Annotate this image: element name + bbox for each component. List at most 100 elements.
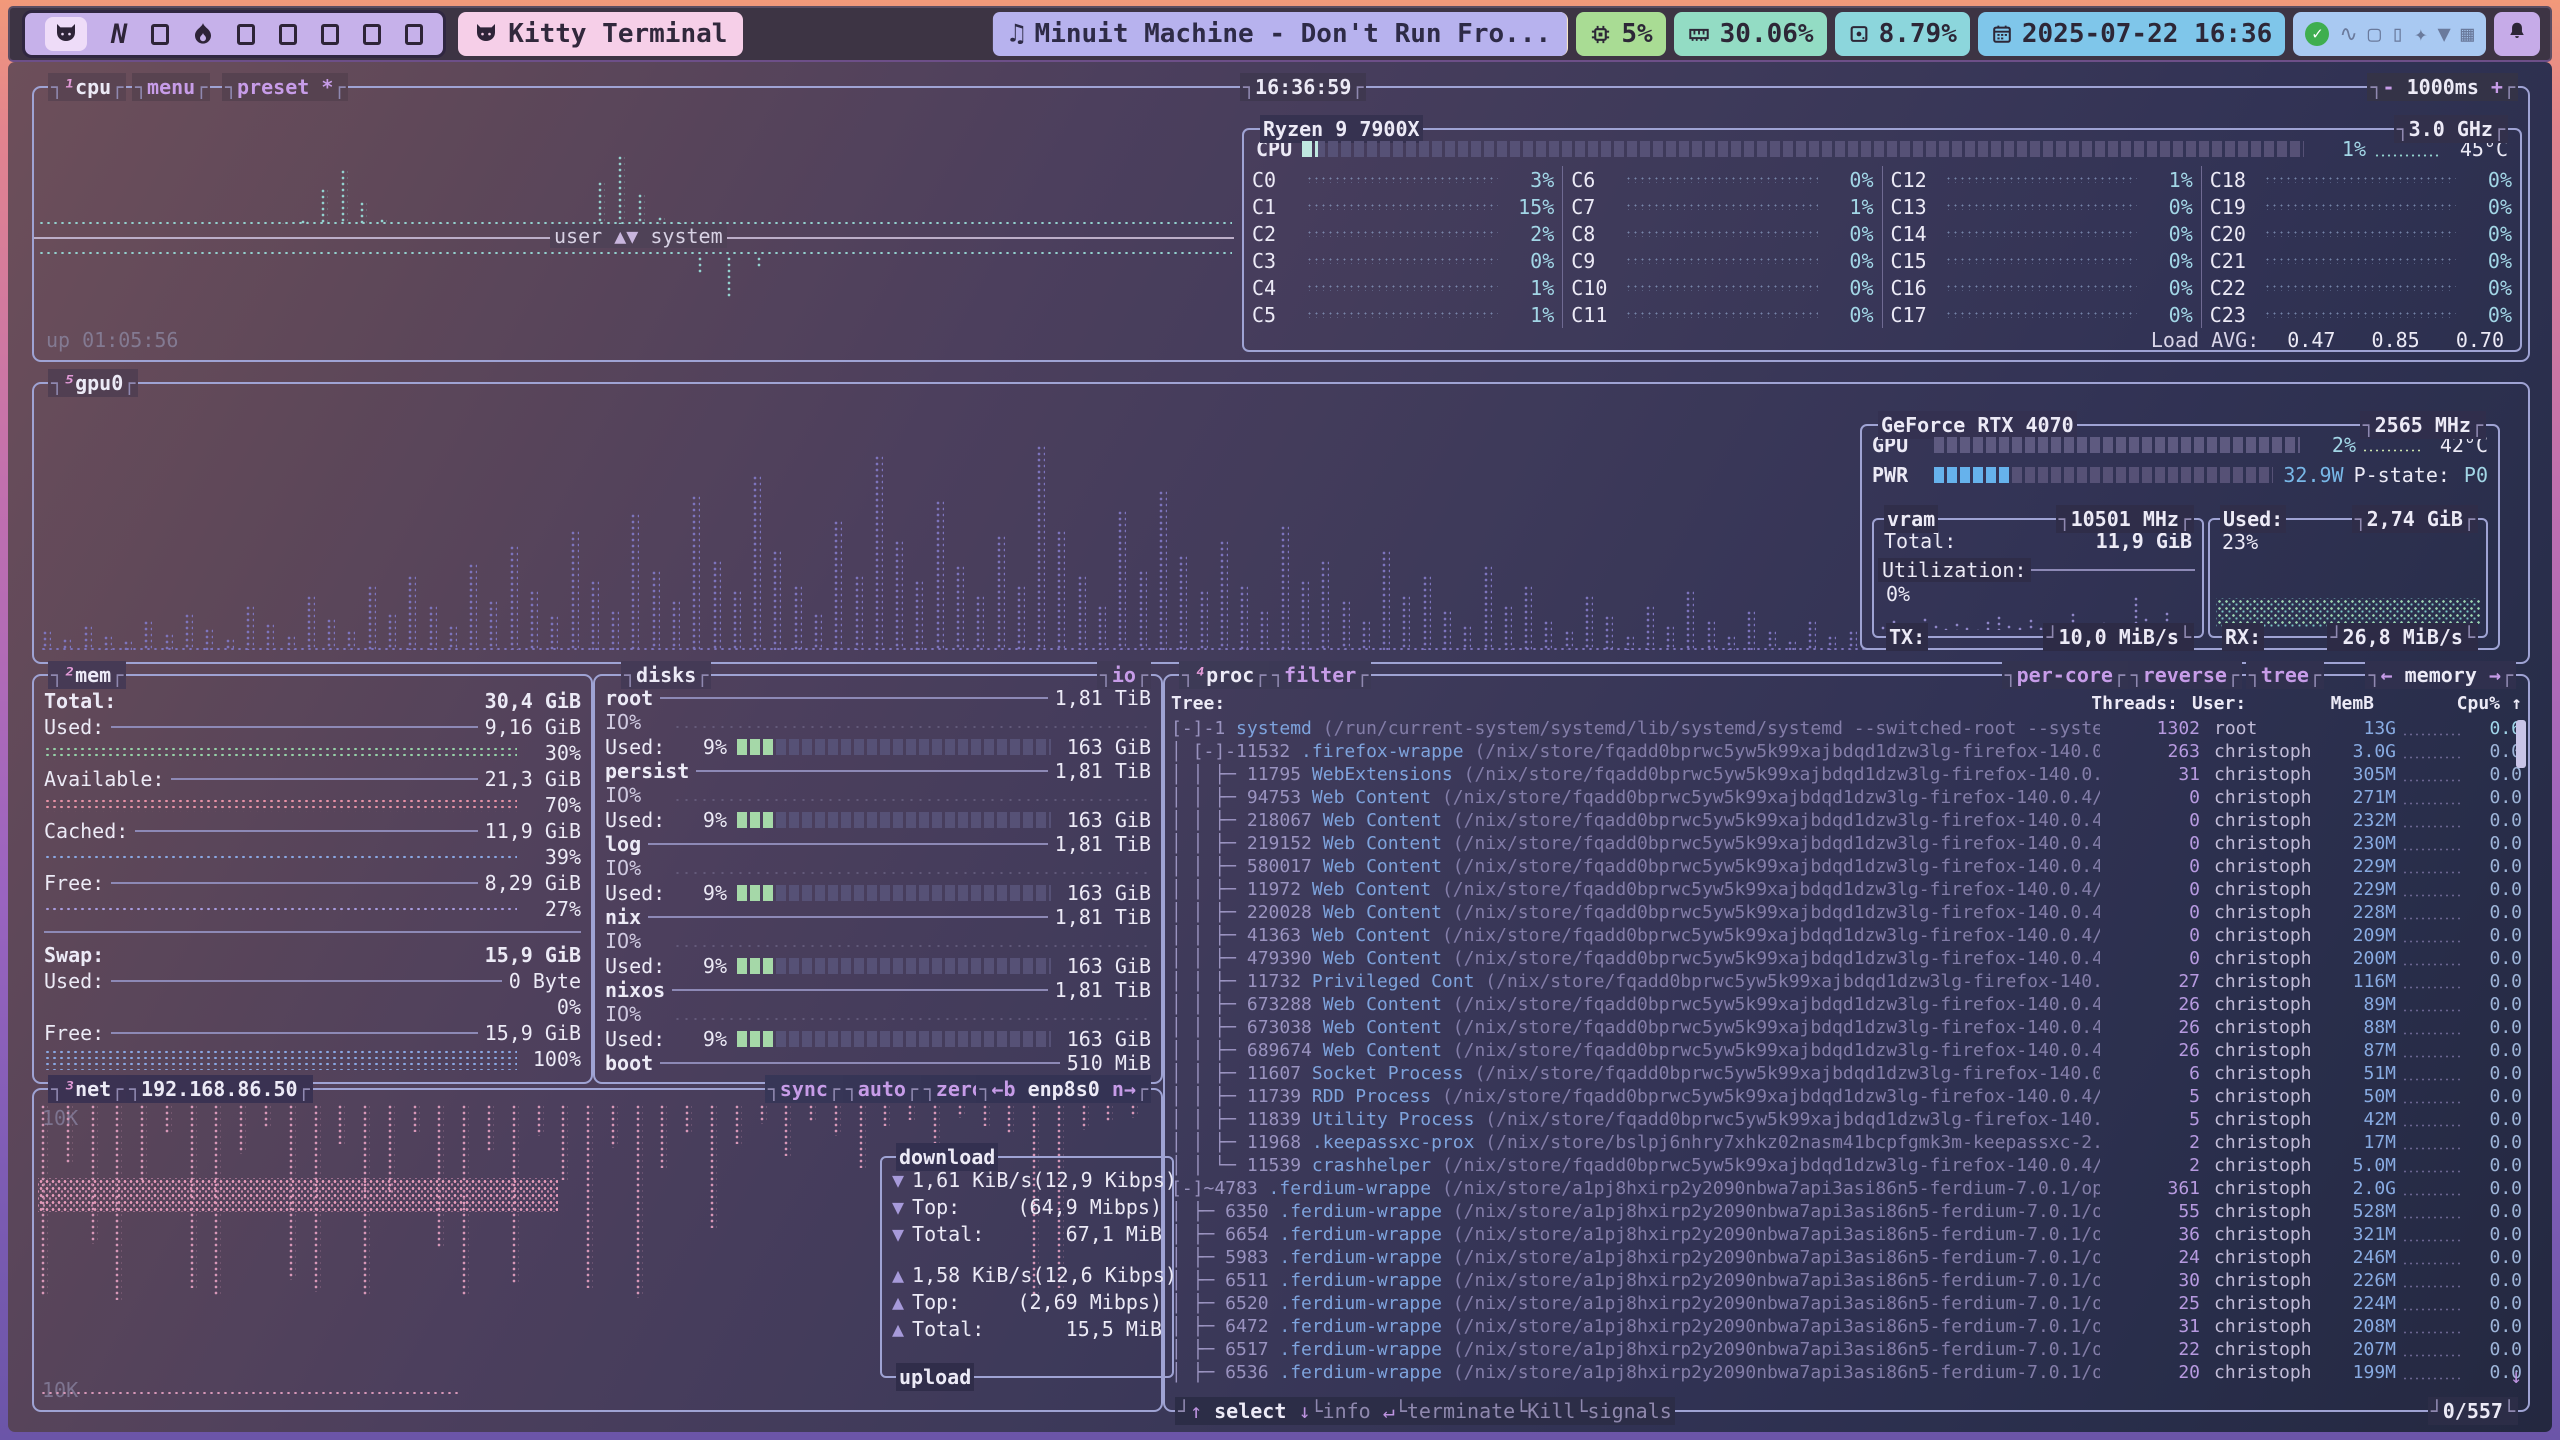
workspace-item[interactable] [405,24,423,45]
net-auto-button[interactable]: ┐auto┌ [843,1075,921,1103]
gpu-graph-baseline [40,646,1866,652]
process-row[interactable]: │ │ ├─ 11795 WebExtensions (/nix/store/f… [1171,763,2522,786]
wave-icon[interactable]: ∿ [2339,22,2357,47]
memory-panel: ┐²mem┌ Total:30,4 GiBUsed:9,16 GiB30%Ava… [32,674,593,1084]
sort-column-switcher[interactable]: ┐← memory →┌ [2365,661,2516,689]
tree-button[interactable]: ┐tree┌ [2246,661,2324,689]
process-row[interactable]: │ [-]-11532 .firefox-wrappe (/nix/store/… [1171,740,2522,763]
workspace-item[interactable] [151,24,169,45]
check-icon[interactable]: ✓ [2305,22,2329,46]
core-cell: C90% [1563,247,1881,274]
tx-value: ┘10,0 MiB/s└ [2043,623,2194,651]
per-core-button[interactable]: ┐per-core┌ [2002,661,2128,689]
network-panel-title[interactable]: ┐³net┌ [48,1075,126,1103]
process-row[interactable]: │ │ ├─ 673038 Web Content (/nix/store/fq… [1171,1016,2522,1039]
net-sync-button[interactable]: ┐sync┌ [765,1075,843,1103]
disk-used-row: Used:9%163 GiB [605,1026,1151,1051]
memory-module[interactable]: 30.06% [1674,12,1827,56]
phone-icon[interactable]: ▯ [2391,22,2404,47]
update-interval-control[interactable]: ┐- 1000ms +┌ [2367,73,2518,101]
filter-button[interactable]: ┐filter┌ [1269,661,1371,689]
cpu-core-box: Ryzen 9 7900X ┐3.0 GHz┌ CPU 1% 45°C C03%… [1242,128,2522,352]
system-tray[interactable]: ✓ ∿ ▢ ▯ ✦ ▼ ▦ [2293,12,2486,56]
direction-icon: ▼ [892,1168,904,1192]
memory-panel-title[interactable]: ┐²mem┌ [48,661,126,689]
cpu-module[interactable]: 5% [1576,12,1665,56]
preset-button[interactable]: ┐preset *┌ [222,73,348,101]
workspace-switcher[interactable]: N [22,10,446,58]
process-row[interactable]: │ ├─ 6520 .ferdium-wrappe (/nix/store/a1… [1171,1292,2522,1315]
process-row[interactable]: │ │ ├─ 218067 Web Content (/nix/store/fq… [1171,809,2522,832]
workspace-item[interactable] [237,24,255,45]
process-row[interactable]: │ ├─ 6472 .ferdium-wrappe (/nix/store/a1… [1171,1315,2522,1338]
process-row[interactable]: │ ├─ 5983 .ferdium-wrappe (/nix/store/a1… [1171,1246,2522,1269]
process-row[interactable]: │ │ ├─ 673288 Web Content (/nix/store/fq… [1171,993,2522,1016]
process-row[interactable]: │ ├─ 6511 .ferdium-wrappe (/nix/store/a1… [1171,1269,2522,1292]
core-cell: C210% [2202,247,2520,274]
kitty-terminal-window: ┐¹cpu┌ ┐menu┌ ┐preset *┌ ┐16:36:59┌ ┐- 1… [8,62,2552,1432]
workspace-item[interactable] [363,24,381,45]
process-row[interactable]: │ │ ├─ 219152 Web Content (/nix/store/fq… [1171,832,2522,855]
process-row[interactable]: │ │ ├─ 580017 Web Content (/nix/store/fq… [1171,855,2522,878]
core-grid: C03%C115%C22%C30%C41%C51%C60%C71%C80%C90… [1244,166,2520,328]
process-table-header: Tree: Threads: User: MemB Cpu% ↑ [1165,692,2528,715]
process-row[interactable]: │ │ ├─ 11732 Privileged Cont (/nix/store… [1171,970,2522,993]
menu-button[interactable]: ┐menu┌ [132,73,210,101]
gpu-panel-title[interactable]: ┐⁵gpu0┌ [48,369,138,397]
reverse-button[interactable]: ┐reverse┌ [2128,661,2242,689]
process-row[interactable]: │ ├─ 6517 .ferdium-wrappe (/nix/store/a1… [1171,1338,2522,1361]
process-row[interactable]: │ │ └─ 11539 crashhelper (/nix/store/fqa… [1171,1154,2522,1177]
process-panel: ┐⁴proc┌ ┐filter┌ ┐per-core┌ ┐reverse┌ ┐t… [1163,674,2530,1412]
workspace-active[interactable] [45,17,87,51]
process-row[interactable]: [-]~4783 .ferdium-wrappe (/nix/store/a1p… [1171,1177,2522,1200]
star-icon[interactable]: ✦ [2414,22,2427,47]
disks-io-button[interactable]: ┐io┌ [1097,661,1151,689]
disks-panel-title[interactable]: ┐disks┌ [621,661,711,689]
process-row[interactable]: [-]-1 systemd (/run/current-system/syste… [1171,717,2522,740]
process-row[interactable]: │ │ ├─ 11607 Socket Process (/nix/store/… [1171,1062,2522,1085]
core-cell: C100% [1563,274,1881,301]
process-row[interactable]: │ │ ├─ 11839 Utility Process (/nix/store… [1171,1108,2522,1131]
mem-row: Available:21,3 GiB [44,766,581,792]
workspace-item[interactable]: N [111,19,127,50]
clock-module[interactable]: 2025-07-22 16:36 [1978,12,2285,56]
process-row[interactable]: │ ├─ 6654 .ferdium-wrappe (/nix/store/a1… [1171,1223,2522,1246]
square-icon [279,24,297,45]
workspace-item[interactable] [193,22,213,46]
process-row[interactable]: │ │ ├─ 11972 Web Content (/nix/store/fqa… [1171,878,2522,901]
disk-module[interactable]: 8.79% [1835,12,1970,56]
net-interface-switcher[interactable]: ┐←b enp8s0 n→┌ [976,1075,1151,1103]
drive-icon [1848,23,1870,45]
process-row[interactable]: │ │ ├─ 41363 Web Content (/nix/store/fqa… [1171,924,2522,947]
process-counter: ┘0/557└ [2428,1397,2518,1425]
workspace-item[interactable] [321,24,339,45]
process-panel-title[interactable]: ┐⁴proc┌ [1179,661,1269,689]
gpu-usage-graph [42,400,1868,650]
process-row[interactable]: │ │ ├─ 94753 Web Content (/nix/store/fqa… [1171,786,2522,809]
process-row[interactable]: │ │ ├─ 479390 Web Content (/nix/store/fq… [1171,947,2522,970]
download-title: download [896,1143,998,1171]
process-row[interactable]: │ │ ├─ 220028 Web Content (/nix/store/fq… [1171,901,2522,924]
process-scrollbar[interactable] [2516,720,2526,768]
core-cell: C71% [1563,193,1881,220]
scroll-down-icon[interactable]: ↓ [2510,1364,2522,1388]
direction-icon: ▼ [892,1222,904,1246]
funnel-icon[interactable]: ▼ [2438,22,2451,47]
clipboard-icon[interactable]: ▢ [2368,22,2381,47]
grid-icon[interactable]: ▦ [2461,22,2474,47]
process-row[interactable]: │ ├─ 6536 .ferdium-wrappe (/nix/store/a1… [1171,1361,2522,1384]
mem-row: 39% [44,844,581,870]
workspace-item[interactable] [279,24,297,45]
load-avg-values: 0.47 0.85 0.70 [2287,328,2504,352]
core-cell: C41% [1244,274,1562,301]
notifications-module[interactable] [2494,12,2540,56]
process-row[interactable]: │ │ ├─ 11968 .keepassxc-prox (/nix/store… [1171,1131,2522,1154]
process-row[interactable]: │ │ ├─ 11739 RDD Process (/nix/store/fqa… [1171,1085,2522,1108]
window-title-pill[interactable]: Kitty Terminal [458,12,743,56]
process-row[interactable]: │ │ ├─ 689674 Web Content (/nix/store/fq… [1171,1039,2522,1062]
process-row[interactable]: │ ├─ 6350 .ferdium-wrappe (/nix/store/a1… [1171,1200,2522,1223]
mem-row: Cached:11,9 GiB [44,818,581,844]
mem-row: 0% [44,994,581,1020]
cpu-panel-title[interactable]: ┐¹cpu┌ [48,73,126,101]
music-player-widget[interactable]: ♫ Minuit Machine - Don't Run Fro... [993,12,1567,56]
